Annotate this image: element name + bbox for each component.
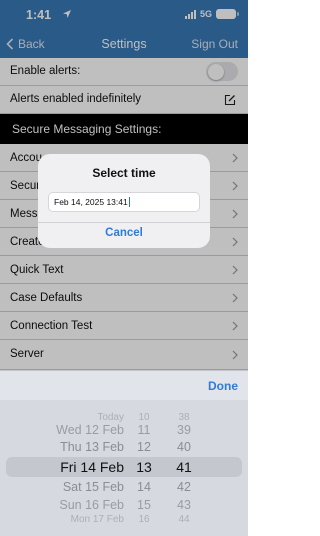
picker-minute-option[interactable]: 40 (173, 440, 195, 454)
done-button[interactable]: Done (208, 379, 238, 393)
picker-minute-option[interactable]: 39 (173, 423, 195, 437)
picker-date-selected[interactable]: Fri 14 Feb (0, 459, 124, 475)
picker-hour-option[interactable]: 12 (133, 440, 155, 454)
dialog-divider (38, 222, 210, 223)
picker-toolbar: Done (0, 370, 248, 400)
text-cursor (128, 197, 130, 207)
picker-date-option[interactable]: Mon 17 Feb (0, 514, 124, 525)
dialog-title: Select time (92, 166, 156, 180)
picker-date-option[interactable]: Wed 12 Feb (0, 423, 124, 437)
picker-minute-selected[interactable]: 41 (173, 459, 195, 475)
picker-minute-option[interactable]: 44 (173, 514, 195, 525)
date-time-picker[interactable]: Today Wed 12 Feb Thu 13 Feb Fri 14 Feb S… (0, 400, 248, 536)
picker-date-option[interactable]: Today (0, 412, 124, 423)
select-time-dialog: Select time Feb 14, 2025 13:41 Cancel (38, 154, 210, 248)
picker-minute-option[interactable]: 43 (173, 498, 195, 512)
picker-hour-option[interactable]: 11 (133, 423, 155, 437)
picker-date-option[interactable]: Sun 16 Feb (0, 498, 124, 512)
picker-hour-selected[interactable]: 13 (133, 459, 155, 475)
time-input[interactable]: Feb 14, 2025 13:41 (48, 192, 200, 212)
picker-date-option[interactable]: Sat 15 Feb (0, 480, 124, 494)
cancel-button[interactable]: Cancel (38, 227, 210, 239)
picker-hour-option[interactable]: 16 (133, 514, 155, 525)
time-input-value: Feb 14, 2025 13:41 (54, 197, 128, 207)
picker-hour-option[interactable]: 14 (133, 480, 155, 494)
picker-hour-option[interactable]: 10 (133, 412, 155, 423)
picker-minute-option[interactable]: 42 (173, 480, 195, 494)
picker-date-option[interactable]: Thu 13 Feb (0, 440, 124, 454)
picker-hour-option[interactable]: 15 (133, 498, 155, 512)
picker-minute-option[interactable]: 38 (173, 412, 195, 423)
